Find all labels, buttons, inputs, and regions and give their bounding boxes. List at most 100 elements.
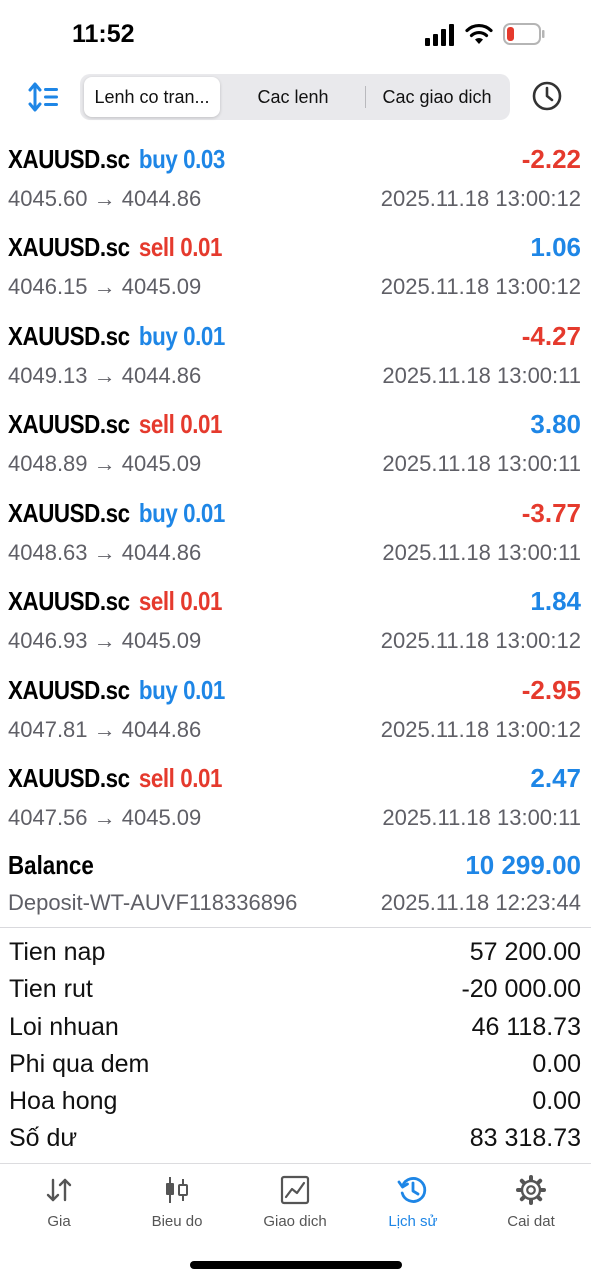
deal-symbol-line: XAUUSD.sc buy 0.01	[8, 321, 225, 352]
toolbar: Lenh co tran... Cac lenh Cac giao dich	[0, 72, 591, 124]
deal-profit: 1.84	[530, 586, 581, 616]
summary-withdrawal: Tien rut -20 000.00	[0, 971, 591, 1008]
tab-settings[interactable]: Cai dat	[472, 1174, 590, 1238]
deal-profit: 3.80	[530, 409, 581, 439]
tab-label: Lịch sử	[388, 1213, 438, 1230]
balance-comment: Deposit-WT-AUVF118336896	[8, 890, 298, 915]
deal-datetime: 2025.11.18 13:00:11	[382, 805, 581, 830]
deal-symbol-line: XAUUSD.sc buy 0.01	[8, 498, 225, 529]
tab-bar: Gia Bieu do Giao dich Lịch sử Cai dat	[0, 1164, 591, 1244]
deal-prices: 4047.56 → 4045.09	[8, 805, 202, 830]
deal-symbol: XAUUSD.sc	[8, 675, 130, 705]
summary-value: 46 118.73	[471, 1013, 581, 1041]
sort-icon[interactable]	[28, 82, 60, 112]
deal-row[interactable]: XAUUSD.sc sell 0.01 1.06 4046.15 → 4045.…	[0, 226, 591, 314]
deal-type: buy 0.03	[138, 144, 225, 174]
tab-trade[interactable]: Giao dich	[236, 1174, 354, 1238]
wifi-icon	[465, 23, 493, 44]
summary-profit: Loi nhuan 46 118.73	[0, 1009, 591, 1046]
deal-prices: 4046.93 → 4045.09	[8, 628, 202, 653]
summary-label: Loi nhuan	[9, 1013, 119, 1041]
battery-low-icon	[503, 23, 545, 45]
summary-label: Tien nap	[9, 938, 106, 966]
deal-symbol-line: XAUUSD.sc buy 0.01	[8, 675, 225, 706]
summary-balance: Số dư 83 318.73	[0, 1120, 591, 1157]
deal-datetime: 2025.11.18 13:00:11	[382, 363, 581, 388]
divider	[0, 927, 591, 928]
deal-type: buy 0.01	[138, 498, 225, 528]
balance-label: Balance	[8, 850, 94, 880]
deal-profit: 2.47	[530, 763, 581, 793]
tab-history[interactable]: Lịch sử	[354, 1174, 472, 1238]
summary-value: -20 000.00	[461, 975, 581, 1003]
tab-quotes[interactable]: Gia	[0, 1174, 118, 1238]
deal-row[interactable]: XAUUSD.sc buy 0.03 -2.22 4045.60 → 4044.…	[0, 138, 591, 226]
tab-orders[interactable]: Cac lenh	[222, 77, 364, 117]
deal-prices: 4047.81 → 4044.86	[8, 717, 202, 742]
summary-commission: Hoa hong 0.00	[0, 1083, 591, 1120]
deal-type: buy 0.01	[138, 675, 225, 705]
status-bar: 11:52	[0, 0, 591, 70]
segmented-control: Lenh co tran... Cac lenh Cac giao dich	[80, 74, 510, 120]
deal-profit: -2.95	[521, 675, 581, 705]
deal-symbol-line: XAUUSD.sc sell 0.01	[8, 409, 222, 440]
summary-swap: Phi qua dem 0.00	[0, 1046, 591, 1083]
deal-row[interactable]: XAUUSD.sc buy 0.01 -2.95 4047.81 → 4044.…	[0, 669, 591, 757]
tab-label: Bieu do	[151, 1213, 203, 1230]
deal-prices: 4049.13 → 4044.86	[8, 363, 202, 388]
summary-deposit: Tien nap 57 200.00	[0, 934, 591, 971]
summary-label: Số dư	[9, 1124, 78, 1152]
summary-value: 83 318.73	[469, 1124, 581, 1152]
deal-symbol: XAUUSD.sc	[8, 763, 130, 793]
summary-label: Tien rut	[9, 975, 93, 1003]
tab-positions[interactable]: Lenh co tran...	[84, 77, 220, 117]
tab-label: Gia	[47, 1213, 71, 1230]
deal-symbol: XAUUSD.sc	[8, 586, 130, 616]
deal-row[interactable]: XAUUSD.sc sell 0.01 3.80 4048.89 → 4045.…	[0, 403, 591, 491]
summary-value: 0.00	[532, 1050, 581, 1078]
deal-symbol-line: XAUUSD.sc sell 0.01	[8, 232, 222, 263]
deal-symbol-line: XAUUSD.sc buy 0.03	[8, 144, 225, 175]
balance-row[interactable]: Balance 10 299.00 Deposit-WT-AUVF1183368…	[0, 842, 591, 926]
tab-label: Giao dich	[263, 1213, 327, 1230]
deal-datetime: 2025.11.18 13:00:12	[380, 186, 581, 211]
deal-profit: -3.77	[521, 498, 581, 528]
summary-label: Hoa hong	[9, 1087, 118, 1115]
deal-symbol: XAUUSD.sc	[8, 232, 130, 262]
deal-row[interactable]: XAUUSD.sc buy 0.01 -4.27 4049.13 → 4044.…	[0, 315, 591, 403]
tab-deals[interactable]: Cac giao dich	[366, 77, 508, 117]
history-icon	[397, 1177, 427, 1203]
status-time: 11:52	[72, 20, 135, 48]
deal-prices: 4045.60 → 4044.86	[8, 186, 202, 211]
deal-datetime: 2025.11.18 13:00:12	[380, 628, 581, 653]
deal-type: sell 0.01	[138, 586, 223, 616]
deal-type: buy 0.01	[138, 321, 225, 351]
deal-row[interactable]: XAUUSD.sc buy 0.01 -3.77 4048.63 → 4044.…	[0, 492, 591, 580]
gear-icon	[516, 1175, 546, 1205]
cellular-signal-icon	[425, 24, 454, 46]
deal-symbol: XAUUSD.sc	[8, 321, 130, 351]
clock-icon[interactable]	[531, 80, 563, 112]
tab-label: Cai dat	[507, 1213, 555, 1230]
deal-symbol: XAUUSD.sc	[8, 498, 130, 528]
arrows-updown-icon	[46, 1178, 72, 1202]
deal-datetime: 2025.11.18 13:00:12	[380, 274, 581, 299]
deal-row[interactable]: XAUUSD.sc sell 0.01 1.84 4046.93 → 4045.…	[0, 580, 591, 668]
home-indicator[interactable]	[190, 1261, 402, 1269]
deal-symbol: XAUUSD.sc	[8, 409, 130, 439]
tab-chart[interactable]: Bieu do	[118, 1174, 236, 1238]
deal-profit: 1.06	[530, 232, 581, 262]
deal-type: sell 0.01	[138, 409, 223, 439]
deal-type: sell 0.01	[138, 232, 223, 262]
deal-profit: -4.27	[521, 321, 581, 351]
trade-chart-icon	[280, 1175, 310, 1205]
balance-amount: 10 299.00	[465, 850, 581, 880]
deal-symbol: XAUUSD.sc	[8, 144, 130, 174]
deal-row[interactable]: XAUUSD.sc sell 0.01 2.47 4047.56 → 4045.…	[0, 757, 591, 845]
deal-symbol-line: XAUUSD.sc sell 0.01	[8, 763, 222, 794]
summary-value: 0.00	[532, 1087, 581, 1115]
deal-prices: 4046.15 → 4045.09	[8, 274, 202, 299]
deal-profit: -2.22	[521, 144, 581, 174]
deal-type: sell 0.01	[138, 763, 223, 793]
balance-datetime: 2025.11.18 12:23:44	[380, 890, 581, 915]
